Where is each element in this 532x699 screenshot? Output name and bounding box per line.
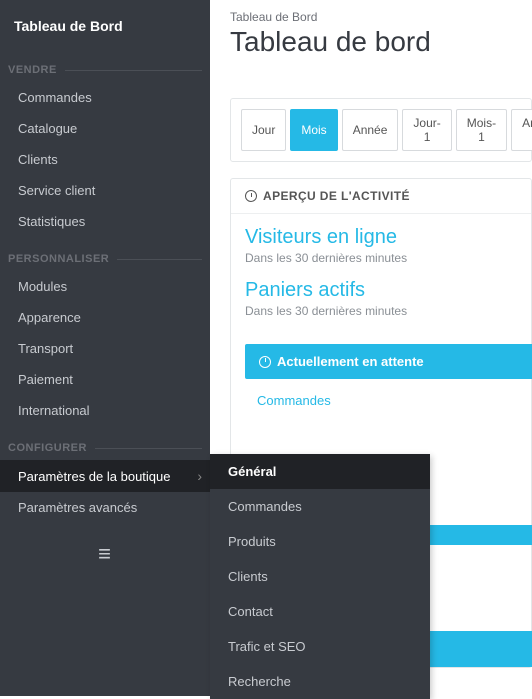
sidebar-item-label: Modules — [18, 279, 67, 294]
section-label: CONFIGURER — [8, 442, 87, 454]
submenu-item-general[interactable]: Général — [210, 454, 430, 489]
section-title-configurer: CONFIGURER — [0, 436, 210, 460]
activity-heading-label: APERÇU DE L'ACTIVITÉ — [263, 189, 410, 203]
activity-heading: APERÇU DE L'ACTIVITÉ — [231, 179, 531, 214]
sidebar-item-statistiques[interactable]: Statistiques — [0, 206, 210, 237]
sidebar-collapse-button[interactable]: ≡ — [0, 541, 210, 567]
sidebar-item-label: Service client — [18, 183, 95, 198]
sidebar-section-vendre: VENDRE Commandes Catalogue Clients Servi… — [0, 48, 210, 237]
chevron-right-icon: › — [197, 468, 202, 484]
divider — [65, 70, 202, 71]
sidebar-item-transport[interactable]: Transport — [0, 333, 210, 364]
tab-mois-1[interactable]: Mois-1 — [456, 109, 507, 151]
submenu-parametres-boutique: Général Commandes Produits Clients Conta… — [210, 454, 430, 699]
sidebar-item-label: International — [18, 403, 90, 418]
submenu-item-clients[interactable]: Clients — [210, 559, 430, 594]
sidebar-item-service-client[interactable]: Service client — [0, 175, 210, 206]
metric-visitors-title[interactable]: Visiteurs en ligne — [245, 226, 517, 249]
section-label: VENDRE — [8, 64, 57, 76]
submenu-item-contact[interactable]: Contact — [210, 594, 430, 629]
hamburger-icon: ≡ — [98, 541, 112, 566]
clock-icon — [245, 190, 257, 202]
sidebar-item-label: Apparence — [18, 310, 81, 325]
sidebar-title[interactable]: Tableau de Bord — [0, 0, 210, 48]
sidebar-item-modules[interactable]: Modules — [0, 271, 210, 302]
submenu-item-recherche[interactable]: Recherche — [210, 664, 430, 699]
sidebar-item-label: Clients — [18, 152, 58, 167]
sidebar-item-label: Statistiques — [18, 214, 85, 229]
sidebar-item-label: Catalogue — [18, 121, 77, 136]
sidebar-item-label: Transport — [18, 341, 73, 356]
tab-jour-1[interactable]: Jour-1 — [402, 109, 451, 151]
sidebar-item-paiement[interactable]: Paiement — [0, 364, 210, 395]
section-title-vendre: VENDRE — [0, 58, 210, 82]
metric-visitors-sub: Dans les 30 dernières minutes — [245, 251, 517, 265]
sidebar-item-catalogue[interactable]: Catalogue — [0, 113, 210, 144]
clock-icon — [259, 356, 271, 368]
sidebar-item-commandes[interactable]: Commandes — [0, 82, 210, 113]
tab-annee[interactable]: Année — [342, 109, 399, 151]
metric-carts-sub: Dans les 30 dernières minutes — [245, 304, 517, 318]
date-range-tabs: Jour Mois Année Jour-1 Mois-1 Année-1 — [230, 98, 532, 162]
divider — [117, 259, 202, 260]
sidebar-item-parametres-boutique[interactable]: Paramètres de la boutique › — [0, 460, 210, 492]
section-label: PERSONNALISER — [8, 253, 109, 265]
sidebar: Tableau de Bord VENDRE Commandes Catalog… — [0, 0, 210, 696]
activity-body: Visiteurs en ligne Dans les 30 dernières… — [231, 214, 531, 344]
metric-carts-title[interactable]: Paniers actifs — [245, 279, 517, 302]
breadcrumb[interactable]: Tableau de Bord — [230, 0, 532, 24]
pending-label: Actuellement en attente — [277, 354, 424, 369]
submenu-item-commandes[interactable]: Commandes — [210, 489, 430, 524]
sidebar-item-label: Commandes — [18, 90, 92, 105]
submenu-item-trafic-seo[interactable]: Trafic et SEO — [210, 629, 430, 664]
section-title-personnaliser: PERSONNALISER — [0, 247, 210, 271]
divider — [95, 448, 202, 449]
sidebar-section-configurer: CONFIGURER Paramètres de la boutique › P… — [0, 426, 210, 523]
page-title: Tableau de bord — [230, 26, 532, 58]
sidebar-item-international[interactable]: International — [0, 395, 210, 426]
sidebar-item-clients[interactable]: Clients — [0, 144, 210, 175]
tab-annee-1[interactable]: Année-1 — [511, 109, 532, 151]
sidebar-section-personnaliser: PERSONNALISER Modules Apparence Transpor… — [0, 237, 210, 426]
sidebar-item-label: Paramètres de la boutique — [18, 469, 170, 484]
sidebar-item-parametres-avances[interactable]: Paramètres avancés — [0, 492, 210, 523]
pending-bar: Actuellement en attente — [245, 344, 532, 379]
sidebar-item-label: Paramètres avancés — [18, 500, 137, 515]
submenu-item-produits[interactable]: Produits — [210, 524, 430, 559]
pending-commandes-link[interactable]: Commandes — [231, 379, 531, 422]
tab-jour[interactable]: Jour — [241, 109, 286, 151]
tab-mois[interactable]: Mois — [290, 109, 337, 151]
sidebar-item-apparence[interactable]: Apparence — [0, 302, 210, 333]
sidebar-item-label: Paiement — [18, 372, 73, 387]
